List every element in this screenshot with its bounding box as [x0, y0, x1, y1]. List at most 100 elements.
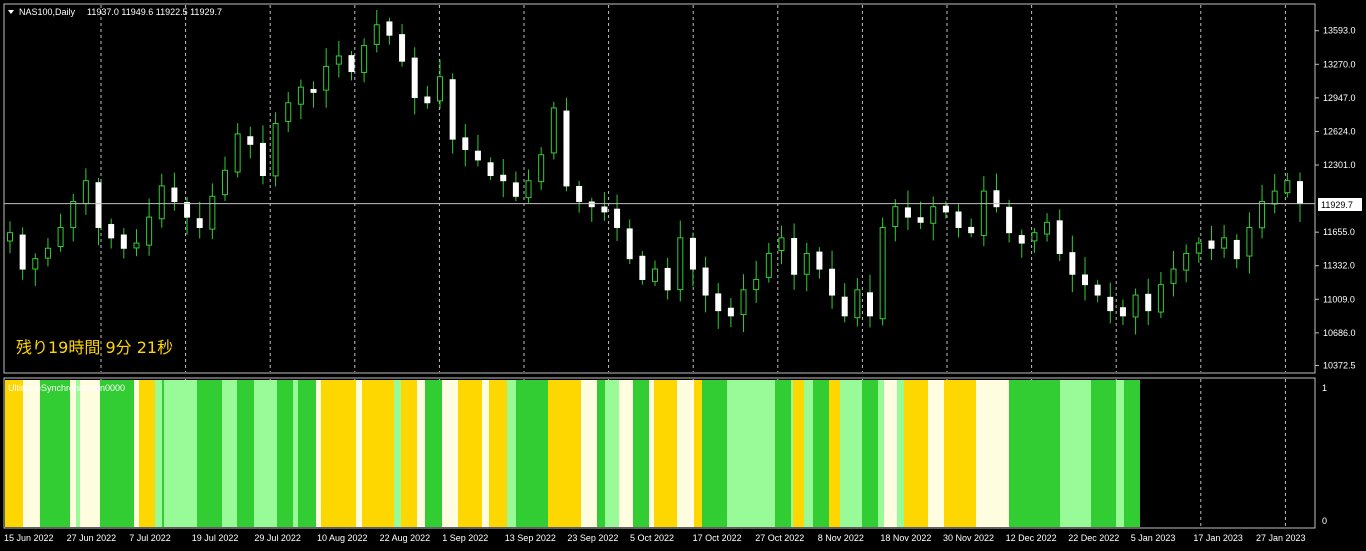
indicator-bar — [878, 380, 884, 527]
bull-candle — [1246, 226, 1253, 257]
indicator-bar — [356, 380, 362, 527]
bear-candle — [171, 187, 178, 202]
indicator-bar — [581, 380, 597, 527]
bull-candle — [1157, 284, 1164, 313]
indicator-bar — [237, 380, 254, 527]
indicator-bar — [362, 380, 394, 527]
price-tick-label: 13593.0 — [1323, 26, 1356, 36]
price-pane-border — [3, 3, 1316, 374]
indicator-bar — [804, 380, 813, 527]
bear-candle — [942, 205, 949, 213]
indicator-bar — [76, 380, 80, 527]
bear-candle — [576, 186, 583, 202]
indicator-bar — [394, 380, 401, 527]
indicator-axis-top: 1 — [1322, 383, 1327, 393]
indicator-bar — [904, 380, 928, 527]
bear-candle — [500, 174, 507, 182]
bull-candle — [1170, 268, 1177, 284]
bull-candle — [538, 154, 545, 183]
bear-candle — [462, 137, 469, 151]
indicator-bar — [442, 380, 458, 527]
bull-candle — [272, 123, 279, 177]
time-tick-label: 27 Jan 2023 — [1256, 533, 1306, 543]
indicator-bar — [702, 380, 727, 527]
indicator-bar — [277, 380, 293, 527]
indicator-bar — [791, 380, 793, 527]
indicator-bar — [134, 380, 139, 527]
indicator-bar — [516, 380, 548, 527]
bull-candle — [1221, 237, 1228, 249]
indicator-bar — [727, 380, 775, 527]
indicator-bar — [155, 380, 162, 527]
bull-candle — [1259, 200, 1266, 229]
bear-candle — [1233, 239, 1240, 260]
indicator-axis-bottom: 0 — [1322, 516, 1327, 526]
bear-candle — [1145, 293, 1152, 312]
indicator-bar — [619, 380, 633, 527]
time-tick-label: 27 Jun 2022 — [67, 533, 117, 543]
bear-candle — [487, 162, 494, 177]
bear-candle — [867, 292, 873, 317]
chart-canvas[interactable]: 11929.7 13593.0 13270.0 12947.0 12624.0 1230… — [0, 0, 1366, 551]
bear-candle — [904, 207, 911, 218]
indicator-bar — [298, 380, 316, 527]
indicator-bar — [80, 380, 100, 527]
indicator-bar — [649, 380, 654, 527]
bull-candle — [297, 86, 304, 105]
bear-candle — [512, 182, 519, 197]
symbol-timeframe: NAS100,Daily — [19, 7, 76, 17]
bull-candle — [1183, 252, 1190, 271]
bull-candle — [209, 195, 216, 230]
indicator-bar — [694, 380, 702, 527]
time-tick-label: 10 Aug 2022 — [317, 533, 368, 543]
chart-menu-triangle-icon[interactable] — [8, 10, 14, 14]
indicator-bar — [775, 380, 791, 527]
bear-candle — [639, 255, 646, 280]
bull-candle — [82, 180, 89, 205]
bear-candle — [411, 57, 418, 99]
time-tick-label: 13 Sep 2022 — [505, 533, 556, 543]
bear-candle — [955, 211, 962, 228]
indicator-bar — [139, 380, 155, 527]
bear-candle — [588, 201, 595, 208]
indicator-bar — [829, 380, 840, 527]
bull-candle — [373, 24, 380, 45]
bear-candle — [917, 217, 924, 223]
bear-candle — [348, 55, 355, 73]
indicator-bar — [597, 380, 605, 527]
indicator-bar — [293, 380, 298, 527]
time-tick-label: 17 Oct 2022 — [693, 533, 742, 543]
chart-window[interactable]: 11929.7 13593.0 13270.0 12947.0 12624.0 1230… — [0, 0, 1366, 551]
bull-candle — [753, 278, 760, 291]
indicator-title: UltimateSynchronization0000 — [8, 383, 125, 393]
bear-candle — [993, 190, 1000, 208]
bear-candle — [841, 296, 848, 317]
price-tick-label: 10686.0 — [1323, 328, 1356, 338]
bear-candle — [1018, 235, 1025, 244]
bull-candle — [7, 232, 13, 242]
indicator-bar — [862, 380, 878, 527]
bull-candle — [1031, 232, 1038, 242]
time-tick-label: 23 Sep 2022 — [567, 533, 618, 543]
indicator-bar — [70, 380, 76, 527]
bull-candle — [285, 102, 292, 122]
bear-candle — [1056, 220, 1063, 254]
time-axis: 15 Jun 2022 27 Jun 2022 7 Jul 2022 19 Jul 2… — [4, 533, 1306, 543]
bull-candle — [803, 252, 810, 275]
bear-candle — [614, 208, 621, 228]
time-tick-label: 18 Nov 2022 — [880, 533, 931, 543]
indicator-histogram — [5, 380, 1140, 527]
price-tick-label: 12301.0 — [1323, 160, 1356, 170]
time-tick-label: 7 Jul 2022 — [129, 533, 171, 543]
bear-candle — [196, 218, 203, 228]
bear-candle — [399, 34, 406, 62]
candlestick-series — [7, 9, 1303, 335]
bear-candle — [626, 228, 633, 260]
indicator-bar — [813, 380, 829, 527]
bear-candle — [108, 224, 115, 239]
indicator-bar — [401, 380, 417, 527]
time-tick-label: 17 Jan 2023 — [1193, 533, 1243, 543]
bull-candle — [323, 65, 330, 91]
bull-candle — [437, 76, 443, 102]
bull-candle — [892, 206, 899, 227]
